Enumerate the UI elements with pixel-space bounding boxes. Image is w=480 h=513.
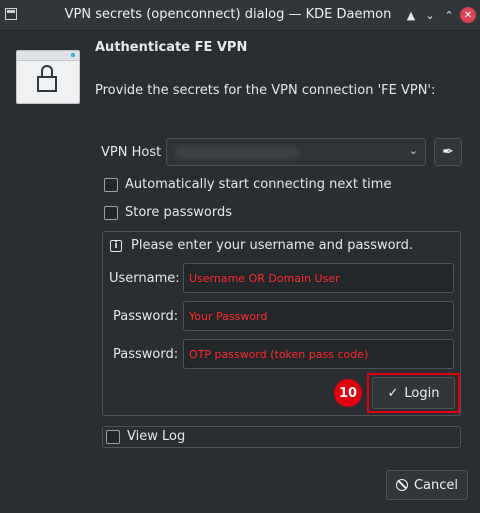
auto-connect-label[interactable]: Automatically start connecting next time: [125, 177, 391, 192]
login-button[interactable]: ✓ Login: [372, 377, 455, 409]
username-label: Username:: [109, 271, 180, 286]
view-log-label[interactable]: View Log: [127, 429, 185, 444]
vpn-host-combobox[interactable]: ⌄: [166, 138, 426, 166]
username-input[interactable]: [184, 264, 453, 292]
cancel-icon: [395, 479, 408, 491]
window-titlebar[interactable]: VPN secrets (openconnect) dialog — KDE D…: [0, 0, 480, 31]
otp-label: Password:: [113, 347, 179, 362]
auto-connect-checkbox[interactable]: [104, 178, 118, 192]
otp-field[interactable]: [183, 339, 454, 369]
maximize-icon[interactable]: ⌃: [441, 7, 457, 23]
pen-icon: ✒: [442, 144, 454, 160]
password-input[interactable]: [184, 302, 453, 330]
vpn-host-value-redacted: [175, 146, 299, 159]
dialog-description: Provide the secrets for the VPN connecti…: [95, 83, 436, 98]
info-icon: i: [110, 240, 122, 252]
vpn-host-label: VPN Host: [101, 145, 162, 160]
auth-message: Please enter your username and password.: [131, 238, 414, 253]
store-passwords-label[interactable]: Store passwords: [125, 205, 232, 220]
edit-host-button[interactable]: ✒: [434, 138, 462, 166]
checkmark-icon: ✓: [387, 385, 399, 401]
lock-window-icon: [16, 50, 80, 104]
password-field[interactable]: [183, 301, 454, 331]
minimize-icon[interactable]: ⌄: [422, 7, 438, 23]
keep-above-icon[interactable]: ▲: [403, 7, 419, 23]
login-button-label: Login: [404, 385, 440, 401]
username-field[interactable]: [183, 263, 454, 293]
cancel-button-label: Cancel: [413, 477, 459, 493]
store-passwords-checkbox[interactable]: [104, 206, 118, 220]
cancel-button[interactable]: Cancel: [386, 470, 468, 500]
chevron-down-icon[interactable]: ⌄: [409, 144, 418, 157]
password-label: Password:: [113, 309, 179, 324]
window-title: VPN secrets (openconnect) dialog — KDE D…: [64, 7, 392, 22]
dialog-heading: Authenticate FE VPN: [95, 40, 248, 55]
otp-input[interactable]: [184, 340, 453, 368]
view-log-checkbox[interactable]: [106, 430, 120, 444]
step-number-badge: 10: [334, 379, 362, 407]
close-window-button[interactable]: ✕: [460, 7, 476, 23]
